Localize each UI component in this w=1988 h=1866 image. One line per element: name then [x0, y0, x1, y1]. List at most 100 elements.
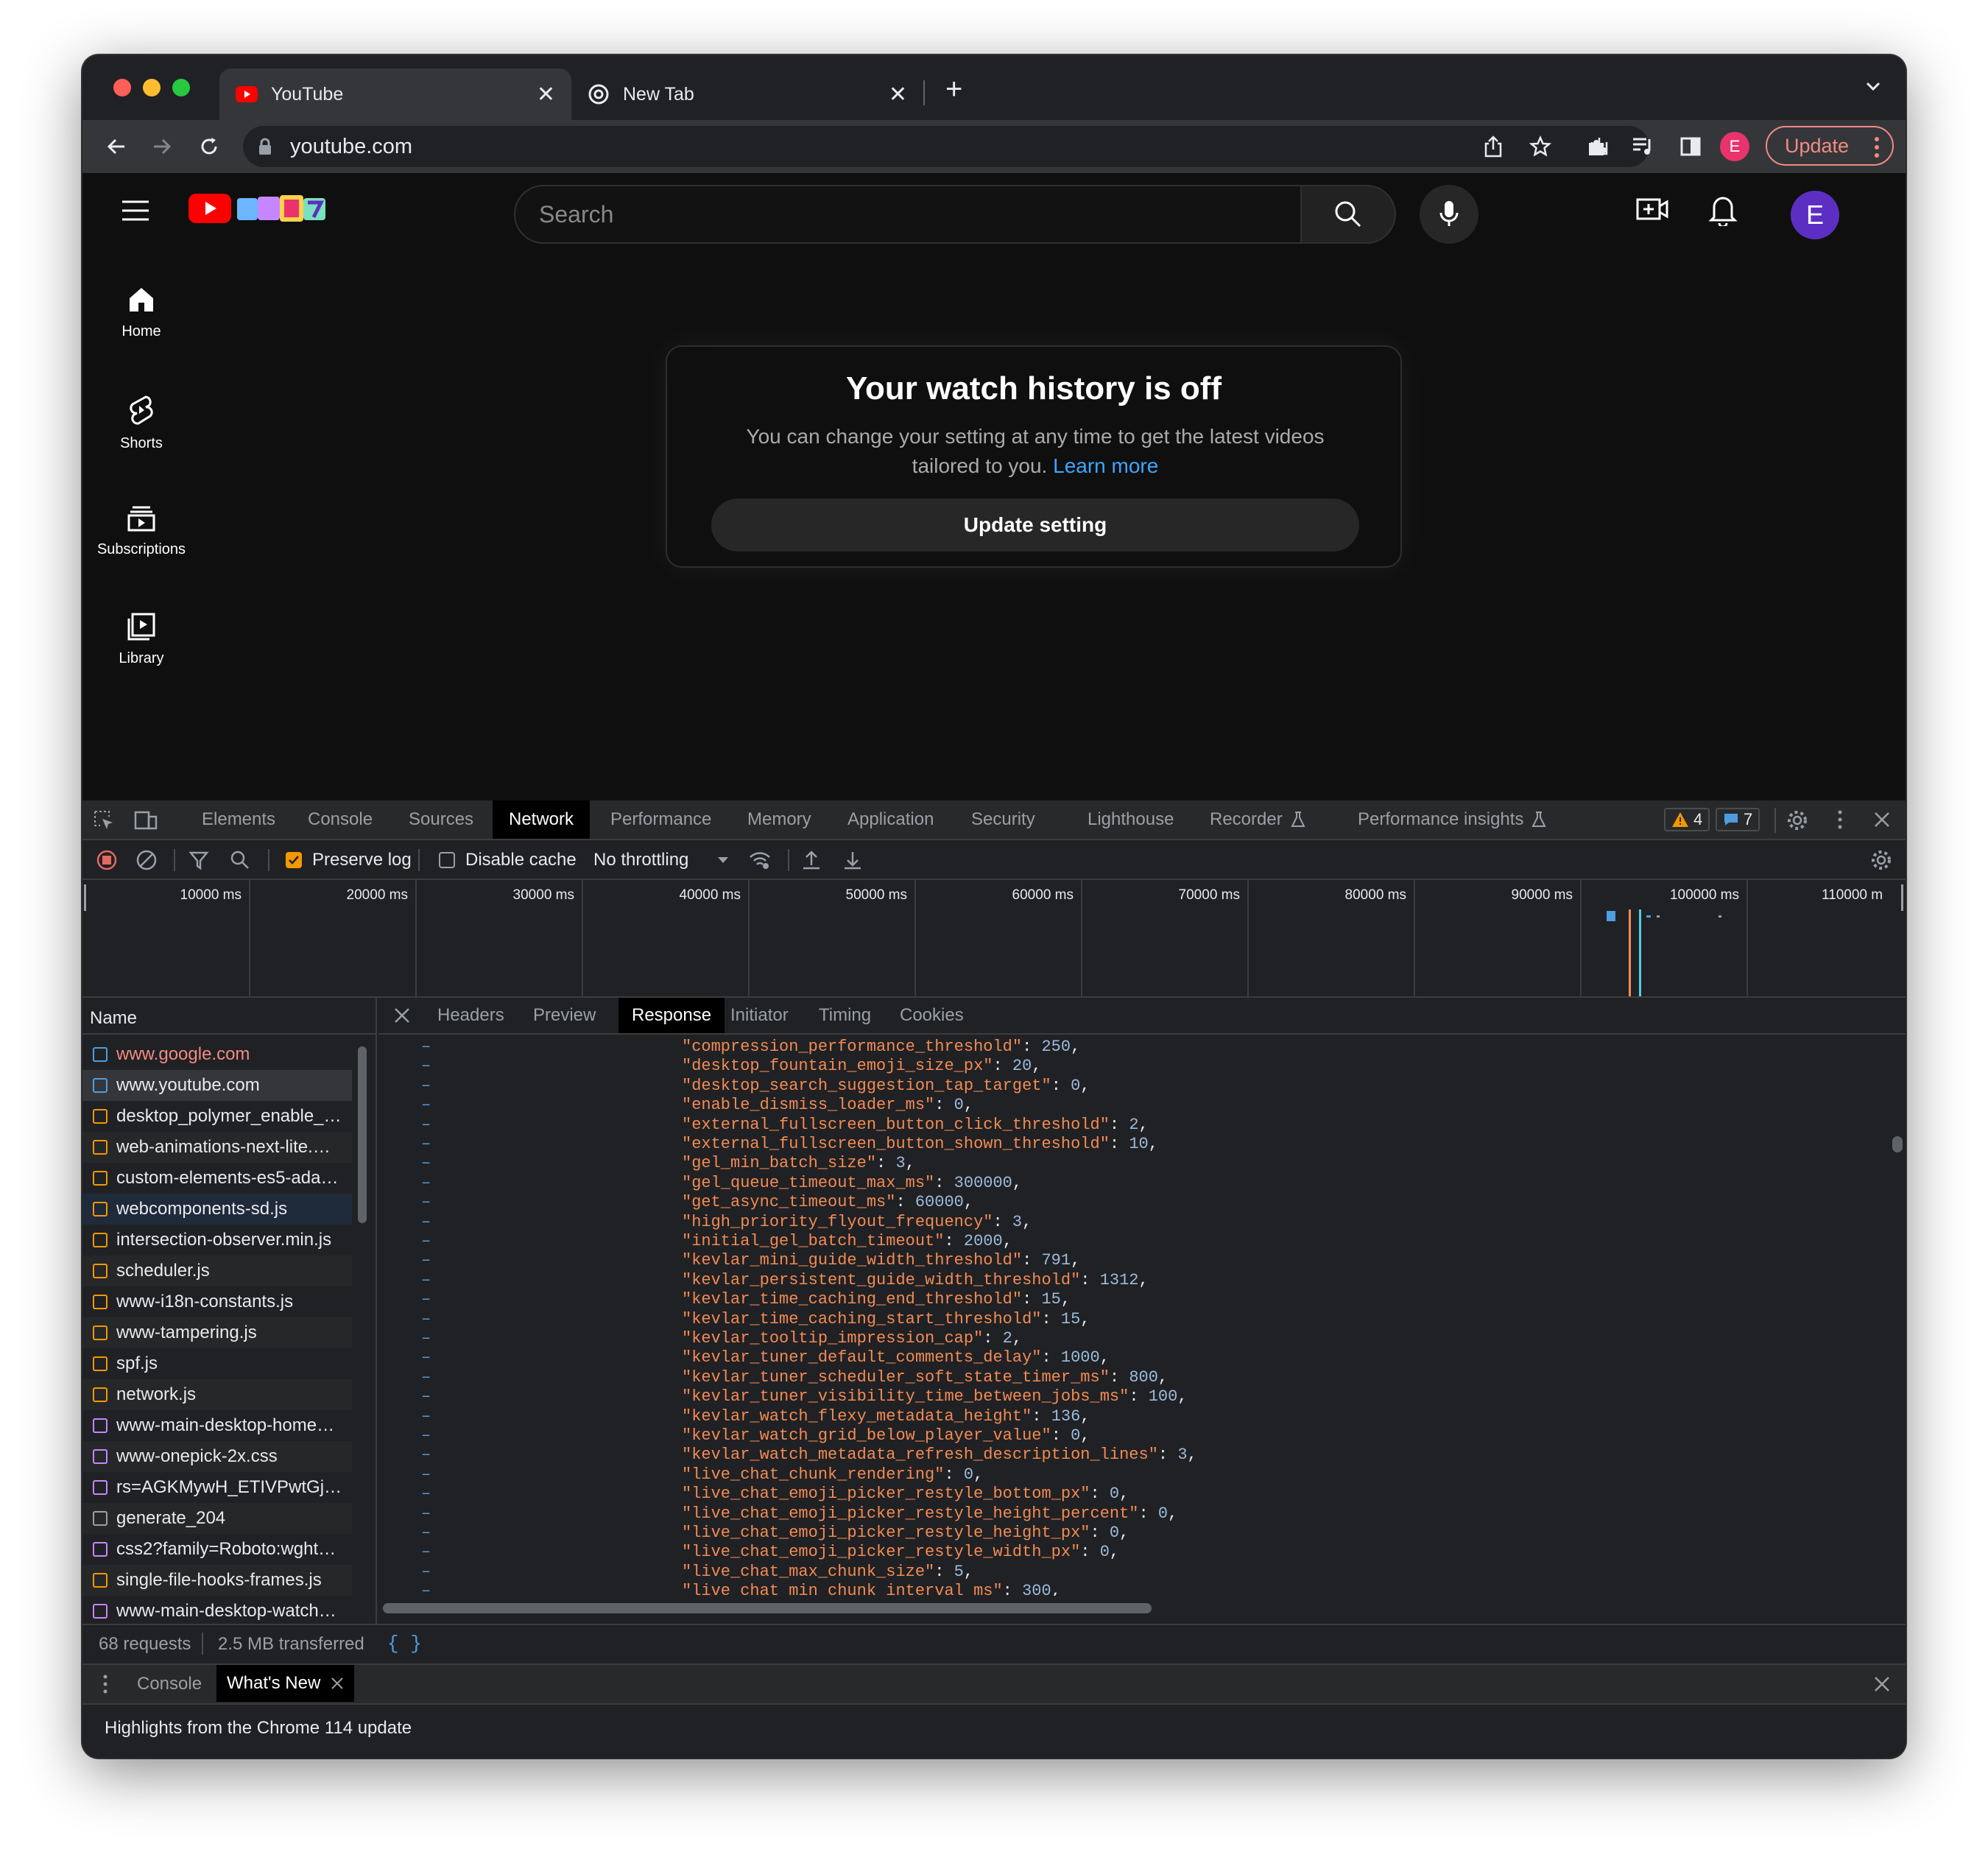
fold-marker[interactable]: –: [421, 1193, 431, 1211]
fold-marker[interactable]: –: [421, 1310, 431, 1328]
fold-marker[interactable]: –: [421, 1485, 431, 1503]
device-toolbar-icon[interactable]: [134, 809, 158, 837]
update-button[interactable]: Update: [1766, 126, 1894, 166]
more-options-icon[interactable]: [1838, 809, 1842, 835]
tab-recorder[interactable]: Recorder: [1210, 800, 1306, 839]
request-row[interactable]: custom-elements-es5-ada…: [82, 1163, 352, 1194]
address-bar[interactable]: youtube.com: [243, 126, 1649, 167]
close-detail-icon[interactable]: [393, 1007, 411, 1029]
close-drawer-tab-icon[interactable]: [331, 1677, 344, 1690]
drawer-menu-icon[interactable]: [103, 1674, 107, 1700]
notifications-bell-icon[interactable]: [1708, 194, 1738, 230]
update-setting-button[interactable]: Update setting: [711, 499, 1359, 552]
tab-elements[interactable]: Elements: [202, 800, 275, 839]
fold-marker[interactable]: –: [421, 1387, 431, 1406]
tab-performance[interactable]: Performance: [610, 800, 711, 839]
request-row[interactable]: web-animations-next-lite.…: [82, 1132, 352, 1163]
fold-marker[interactable]: –: [421, 1543, 431, 1561]
request-row[interactable]: webcomponents-sd.js: [82, 1194, 352, 1225]
fold-marker[interactable]: –: [421, 1465, 431, 1484]
tab-lighthouse[interactable]: Lighthouse: [1088, 800, 1174, 839]
tab-console[interactable]: Console: [308, 800, 373, 839]
request-list-scrollbar[interactable]: [358, 1046, 367, 1223]
response-horizontal-scrollbar[interactable]: [383, 1603, 1152, 1613]
fold-marker[interactable]: –: [421, 1563, 431, 1581]
tab-timing[interactable]: Timing: [819, 998, 871, 1033]
request-row[interactable]: www-tampering.js: [82, 1317, 352, 1348]
lock-icon[interactable]: [258, 138, 272, 159]
fold-marker[interactable]: –: [421, 1174, 431, 1192]
fold-marker[interactable]: –: [421, 1524, 431, 1542]
guide-item-home[interactable]: Home: [82, 285, 200, 340]
network-conditions-icon[interactable]: [748, 848, 772, 873]
guide-item-subscriptions[interactable]: Subscriptions: [82, 503, 200, 558]
fold-marker[interactable]: –: [421, 1251, 431, 1270]
zoom-window-button[interactable]: [172, 79, 190, 96]
forward-icon[interactable]: [146, 130, 178, 163]
guide-item-shorts[interactable]: Shorts: [82, 394, 200, 452]
inspect-element-icon[interactable]: [93, 809, 115, 837]
pretty-print-button[interactable]: { }: [387, 1633, 422, 1655]
throttling-select[interactable]: No throttling: [593, 848, 730, 873]
request-row[interactable]: single-file-hooks-frames.js: [82, 1565, 352, 1596]
warnings-badge[interactable]: 4: [1664, 808, 1710, 831]
fold-marker[interactable]: –: [421, 1038, 431, 1056]
request-row[interactable]: www.google.com: [82, 1039, 352, 1070]
tab-headers[interactable]: Headers: [437, 998, 504, 1033]
settings-gear-icon[interactable]: [1786, 809, 1808, 837]
request-row[interactable]: generate_204: [82, 1503, 352, 1534]
request-row[interactable]: css2?family=Roboto:wght…: [82, 1534, 352, 1565]
tab-sources[interactable]: Sources: [409, 800, 473, 839]
messages-badge[interactable]: 7: [1716, 808, 1760, 831]
tab-initiator[interactable]: Initiator: [730, 998, 789, 1033]
tab-search-chevron-icon[interactable]: [1864, 79, 1882, 97]
fold-marker[interactable]: –: [421, 1504, 431, 1523]
close-devtools-icon[interactable]: [1873, 811, 1891, 834]
kebab-menu-icon[interactable]: [1875, 136, 1879, 163]
fold-marker[interactable]: –: [421, 1232, 431, 1250]
filter-icon[interactable]: [188, 848, 209, 873]
close-window-button[interactable]: [113, 79, 131, 96]
fold-marker[interactable]: –: [421, 1348, 431, 1367]
request-row[interactable]: www.youtube.com: [82, 1070, 352, 1101]
network-overview-timeline[interactable]: 10000 ms 20000 ms 30000 ms 40000 ms 5000…: [82, 880, 1906, 998]
fold-marker[interactable]: –: [421, 1077, 431, 1095]
tab-response[interactable]: Response: [618, 998, 725, 1033]
response-body[interactable]: – "compression_performance_threshold": 25…: [378, 1036, 1881, 1596]
reload-icon[interactable]: [193, 130, 225, 163]
close-tab-icon[interactable]: ✕: [889, 82, 907, 108]
profile-avatar[interactable]: E: [1720, 132, 1749, 161]
request-row[interactable]: rs=AGKMywH_ETIVPwtGj…: [82, 1472, 352, 1503]
create-video-icon[interactable]: [1636, 197, 1668, 225]
tab-preview[interactable]: Preview: [533, 998, 596, 1033]
close-tab-icon[interactable]: ✕: [537, 82, 555, 108]
fold-marker[interactable]: –: [421, 1271, 431, 1289]
name-column-header[interactable]: Name: [82, 998, 376, 1035]
drawer-tab-whats-new[interactable]: What's New: [216, 1665, 355, 1702]
record-stop-icon[interactable]: [96, 848, 118, 873]
fold-marker[interactable]: –: [421, 1116, 431, 1134]
extensions-icon[interactable]: [1580, 130, 1612, 163]
tab-new-tab[interactable]: New Tab ✕: [571, 68, 923, 120]
export-har-icon[interactable]: [842, 848, 863, 873]
search-input[interactable]: Search: [514, 185, 1302, 244]
guide-item-library[interactable]: Library: [82, 612, 200, 667]
request-row[interactable]: desktop_polymer_enable_…: [82, 1101, 352, 1132]
tab-memory[interactable]: Memory: [747, 800, 811, 839]
account-avatar[interactable]: E: [1791, 191, 1839, 239]
request-row[interactable]: www-main-desktop-watch…: [82, 1596, 352, 1627]
close-drawer-icon[interactable]: [1873, 1675, 1891, 1698]
tab-cookies[interactable]: Cookies: [900, 998, 964, 1033]
fold-marker[interactable]: –: [421, 1057, 431, 1075]
request-row[interactable]: network.js: [82, 1379, 352, 1410]
fold-marker[interactable]: –: [421, 1154, 431, 1172]
youtube-logo[interactable]: [188, 194, 331, 223]
tab-application[interactable]: Application: [847, 800, 934, 839]
new-tab-icon[interactable]: +: [945, 74, 962, 104]
tab-security[interactable]: Security: [971, 800, 1035, 839]
tab-network[interactable]: Network: [493, 800, 591, 839]
request-row[interactable]: spf.js: [82, 1348, 352, 1379]
tab-performance-insights[interactable]: Performance insights: [1358, 800, 1547, 839]
search-icon[interactable]: [230, 848, 250, 873]
request-row[interactable]: intersection-observer.min.js: [82, 1225, 352, 1256]
